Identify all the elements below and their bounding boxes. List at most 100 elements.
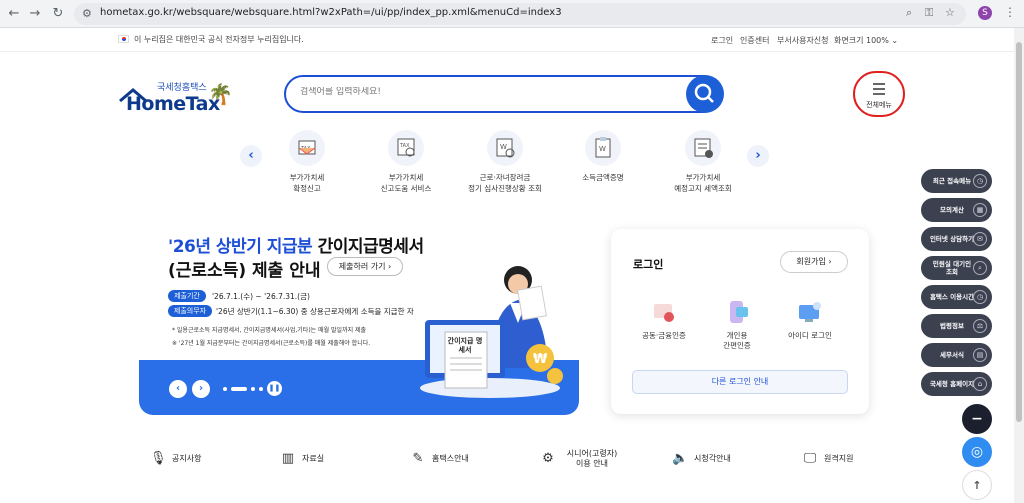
bottom-nav-label: 홈택스안내 [432,454,469,463]
slide-indicator-dot[interactable] [251,387,255,391]
logo-subtitle: 국세청홈택스 [157,83,207,93]
bookmark-star-icon[interactable]: ☆ [945,6,955,19]
submit-go-button[interactable]: 제출하러 가기 › [327,257,403,276]
quick-menu-label: 소득금액증명 [582,173,624,182]
arrow-up-icon: ↑ [972,479,982,492]
quick-menu-label: 부가가치세 [685,173,721,182]
side-menu-label: 홈택스 이용시간 [929,293,975,301]
search-input[interactable] [300,87,680,97]
side-forms-button[interactable]: 세무서식 ▤ [921,343,992,367]
side-hours-button[interactable]: 홈택스 이용시간 ◷ [921,285,992,309]
side-simulation-button[interactable]: 모의계산 ▦ [921,198,992,222]
search-box [284,75,722,113]
side-collapse-button[interactable]: − [962,404,992,434]
search-icon: ⌕ [973,261,987,275]
id-login-option[interactable]: 아이디 로그인 [780,299,840,341]
slide-indicator-active[interactable] [231,387,247,391]
quick-menu-item[interactable]: W 소득금액증명 [553,130,653,183]
join-button[interactable]: 회원가입 › [780,251,848,273]
tax-envelope-icon: TAX [289,130,325,166]
won-document-search-icon: W [487,130,523,166]
quick-menu-label: 부가가치세 [388,173,424,182]
quick-menu-label: 신고도움 서비스 [380,184,432,193]
browser-menu-icon[interactable]: ⋮ [1004,5,1016,19]
forward-arrow-icon[interactable]: → [27,6,43,22]
bottom-nav-label: 공지사항 [172,454,202,463]
home-icon: ⌂ [973,377,987,391]
obligor-badge: 제출의무자 [168,305,212,317]
cert-login-option[interactable]: 공동·금융인증 [634,299,694,341]
side-menu-label: 인터넷 상담하기 [929,235,975,243]
side-waiting-button[interactable]: 민원실 대기인 조회 ⌕ [921,256,992,280]
reload-icon[interactable]: ↻ [50,6,66,22]
side-consult-button[interactable]: 인터넷 상담하기 ✉ [921,227,992,251]
slide-indicator-dot[interactable] [259,387,263,391]
hamburger-icon [873,83,885,95]
side-menu-label: 법령정보 [940,322,964,330]
browser-toolbar: ← → ↻ ⚙ hometax.go.kr/websquare/websquar… [0,0,1024,28]
login-option-label: 공동·금융인증 [642,331,686,340]
page-scrollbar[interactable] [1014,28,1024,503]
search-button[interactable] [686,75,724,113]
quick-menu-item[interactable]: W 근로·자녀장려금정기 심사진행상황 조회 [455,130,555,194]
svg-text:W: W [500,143,507,151]
banner-title[interactable]: '26년 상반기 지급분 간이지급명세서 [168,232,424,257]
quick-menu-item[interactable]: TAX 부가가치세확정신고 [257,130,357,194]
minus-icon: − [971,411,983,427]
password-key-icon[interactable]: ⚿ [925,6,933,20]
back-arrow-icon[interactable]: ← [6,6,22,22]
quick-menu-item[interactable]: TAX 부가가치세신고도움 서비스 [356,130,456,194]
banner-next-button[interactable]: › [192,380,210,398]
calculator-icon: ▦ [973,203,987,217]
certificate-icon [651,299,677,325]
util-dept-user-link[interactable]: 부서사용자신청 [777,35,829,46]
edit-icon: ✎ [412,451,424,466]
simple-auth-option[interactable]: 개인용 간편인증 [707,299,767,351]
side-menu-label: 모의계산 [940,206,964,214]
util-login-link[interactable]: 로그인 [711,35,733,46]
site-settings-icon[interactable]: ⚙ [82,7,92,20]
banner-note: * 일용근로소득 지급명세서, 간이지급명세서(사업,기타)는 매월 말일까지 … [172,327,367,334]
quick-menu-label: 근로·자녀장려금 [479,173,531,182]
bottom-nav-label: 원격지원 [824,454,854,463]
login-option-label: 아이디 로그인 [788,331,832,340]
side-nts-home-button[interactable]: 국세청 홈페이지 ⌂ [921,372,992,396]
document-icon: ▤ [973,348,987,362]
monitor-icon: 🖵 [803,451,817,466]
chat-icon: ✉ [973,232,987,246]
bottom-nav-label: 시니어(고령자) 이용 안내 [566,449,618,468]
quick-menu-item[interactable]: 부가가치세 예정고지 세액조회 [653,130,753,194]
login-option-label: 개인용 [726,331,748,340]
gov-notice-bar: 이 누리집은 대한민국 공식 전자정부 누리집입니다. 로그인 인증센터 부서사… [0,28,1014,52]
slide-indicator-dot[interactable] [223,387,227,391]
clock-icon: ◷ [973,290,987,304]
other-login-button[interactable]: 다른 로그인 안내 [632,370,848,394]
banner-title-rest: 간이지급명세서 [312,237,425,257]
address-bar[interactable]: ⚙ hometax.go.kr/websquare/websquare.html… [74,3,966,25]
phone-auth-icon [724,299,750,325]
side-law-button[interactable]: 법령정보 ⚖ [921,314,992,338]
quick-menu-label: 확정신고 [293,184,321,193]
banner-note: ※ '27년 1월 지급분부터는 간이지급명세서(근로소득)를 매월 제출해야 … [172,340,371,347]
hometax-logo[interactable]: 국세청홈택스 HomeTax 🌴 [118,80,238,120]
util-cert-center-link[interactable]: 인증센터 [740,35,769,46]
profile-avatar[interactable]: S [978,6,992,20]
period-badge: 제출기간 [168,290,206,302]
bottom-nav-label: 시청각안내 [694,454,731,463]
scroll-top-button[interactable]: ↑ [962,470,992,500]
util-screen-size[interactable]: 화면크기 100% ⌄ [834,35,898,46]
all-menu-button[interactable]: 전체메뉴 [853,71,905,117]
url-text[interactable]: hometax.go.kr/websquare/websquare.html?w… [100,7,562,18]
chatbot-button[interactable]: ◎ [962,437,992,467]
senior-icon: ⚙ [542,451,554,466]
banner-pause-button[interactable]: ❚❚ [267,381,282,396]
quick-menu-label: 정기 심사진행상황 조회 [468,184,542,193]
banner-prev-button[interactable]: ‹ [169,380,187,398]
doc-label: 간이지급 명세서 [447,337,483,354]
tax-search-icon: TAX [388,130,424,166]
obligor-value: '26년 상반기(1.1~6.30) 중 상용근로자에게 소득을 지급한 자 [216,307,414,316]
login-option-label: 간편인증 [723,341,751,350]
side-recent-menu-button[interactable]: 최근 접속메뉴 ◷ [921,169,992,193]
scroll-thumb[interactable] [1016,42,1022,422]
zoom-icon[interactable]: ⌕ [906,6,912,20]
